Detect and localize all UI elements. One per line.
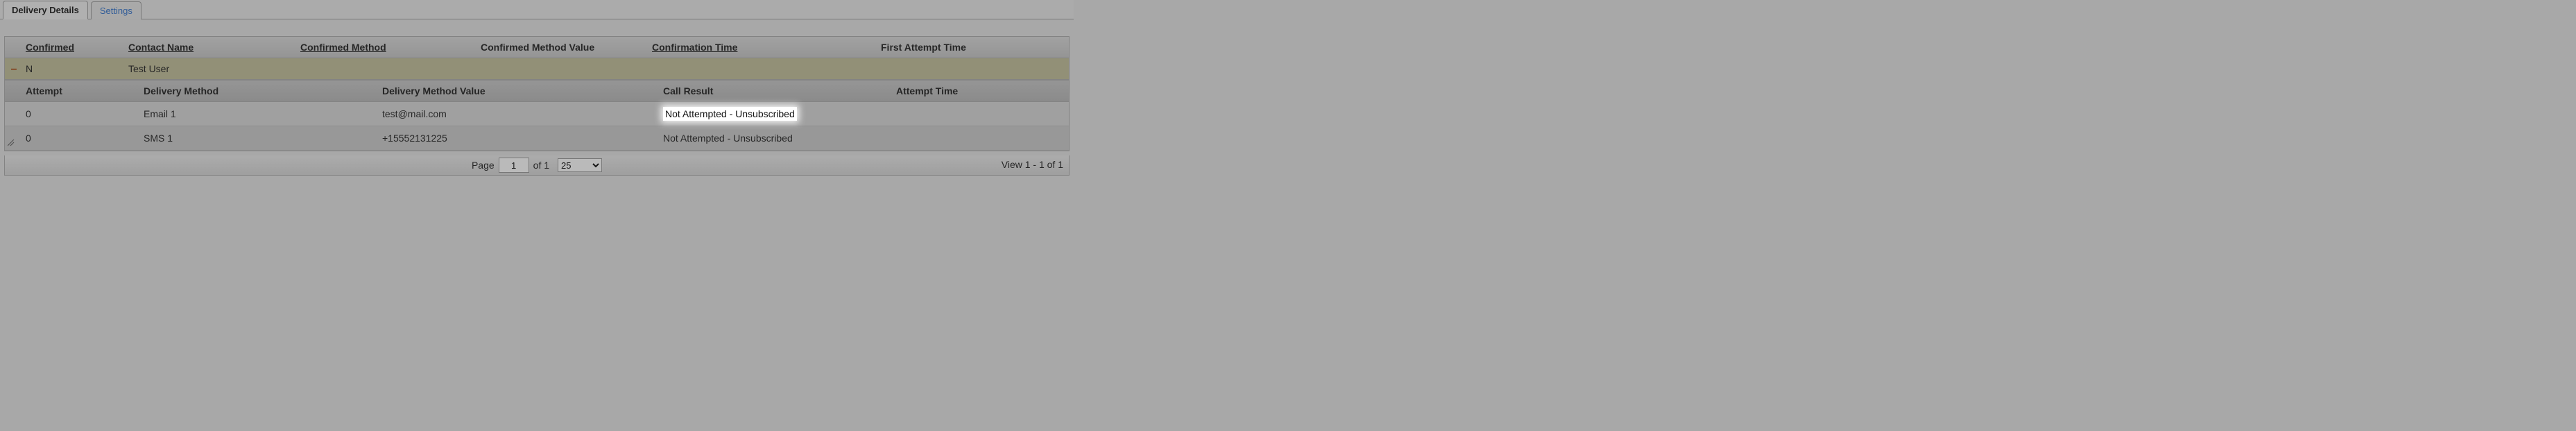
tab-bar: Delivery Details Settings (0, 0, 1074, 19)
outer-header-row: Confirmed Contact Name Confirmed Method … (5, 37, 1069, 58)
col-label: Confirmed Method Value (481, 42, 594, 53)
col-attempt[interactable]: Attempt (23, 85, 141, 96)
col-confirmed[interactable]: Confirmed (23, 42, 126, 53)
col-label: First Attempt Time (881, 42, 966, 53)
cell-delivery-method-value: test@mail.com (379, 108, 660, 119)
col-label: Confirmed (26, 42, 74, 53)
page-number-input[interactable] (499, 158, 529, 173)
cell-call-result: Not Attempted - Unsubscribed (660, 133, 893, 144)
col-confirmed-method[interactable]: Confirmed Method (298, 42, 478, 53)
inner-header-row: Attempt Delivery Method Delivery Method … (5, 81, 1069, 102)
tab-delivery-details[interactable]: Delivery Details (3, 1, 88, 19)
tab-label: Delivery Details (12, 5, 79, 15)
cell-delivery-method-value: +15552131225 (379, 133, 660, 144)
tab-label: Settings (100, 6, 132, 16)
cell-delivery-method: Email 1 (141, 108, 379, 119)
col-delivery-method-value[interactable]: Delivery Method Value (379, 85, 660, 96)
cell-call-result: Not Attempted - Unsubscribed (660, 107, 893, 121)
view-range-label: View 1 - 1 of 1 (1002, 159, 1063, 170)
page-of-label: of 1 (533, 160, 549, 171)
minus-icon: – (11, 63, 17, 75)
table-row[interactable]: 0 SMS 1 +15552131225 Not Attempted - Uns… (5, 126, 1069, 151)
col-attempt-time[interactable]: Attempt Time (893, 85, 1060, 96)
highlighted-result: Not Attempted - Unsubscribed (663, 107, 797, 121)
pager: Page of 1 25 View 1 - 1 of 1 (4, 155, 1070, 176)
col-first-attempt-time[interactable]: First Attempt Time (878, 42, 1063, 53)
col-label: Delivery Method Value (382, 85, 486, 96)
cell-delivery-method: SMS 1 (141, 133, 379, 144)
cell-confirmed: N (23, 63, 126, 74)
col-delivery-method[interactable]: Delivery Method (141, 85, 379, 96)
col-label: Call Result (663, 85, 713, 96)
table-row[interactable]: – N Test User (5, 58, 1069, 80)
col-label: Attempt (26, 85, 62, 96)
cell-attempt: 0 (23, 133, 141, 144)
tab-settings[interactable]: Settings (91, 1, 141, 19)
col-call-result[interactable]: Call Result (660, 85, 893, 96)
attempts-subgrid: Attempt Delivery Method Delivery Method … (5, 80, 1069, 151)
cell-attempt: 0 (23, 108, 141, 119)
col-label: Confirmation Time (652, 42, 737, 53)
table-row[interactable]: 0 Email 1 test@mail.com Not Attempted - … (5, 102, 1069, 126)
col-confirmation-time[interactable]: Confirmation Time (649, 42, 878, 53)
col-confirmed-method-value[interactable]: Confirmed Method Value (478, 42, 649, 53)
col-label: Delivery Method (144, 85, 218, 96)
page-size-select[interactable]: 25 (558, 158, 602, 172)
col-label: Contact Name (128, 42, 194, 53)
col-label: Confirmed Method (300, 42, 386, 53)
row-expander[interactable]: – (5, 63, 23, 75)
col-label: Attempt Time (896, 85, 958, 96)
resize-corner-icon (8, 140, 15, 146)
cell-contact-name: Test User (126, 63, 298, 74)
page-label: Page (472, 160, 495, 171)
col-contact-name[interactable]: Contact Name (126, 42, 298, 53)
delivery-details-grid: Confirmed Contact Name Confirmed Method … (4, 36, 1070, 151)
